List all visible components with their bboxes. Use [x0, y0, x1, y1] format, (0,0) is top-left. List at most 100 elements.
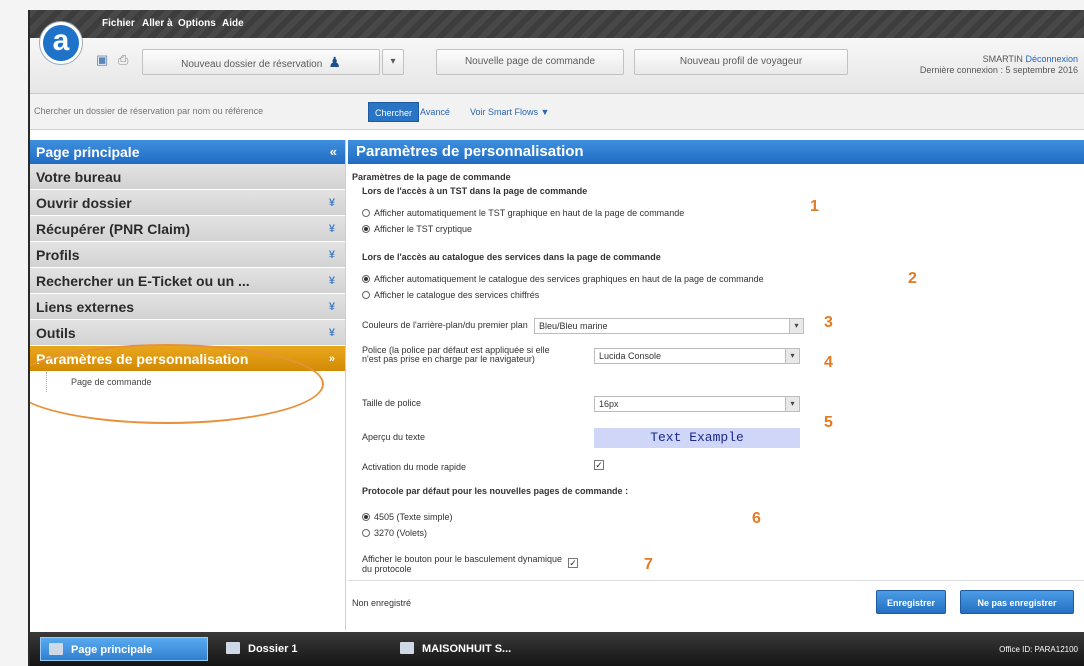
sidebar-item-rechercher-eticket[interactable]: Rechercher un E-Ticket ou un ... ¥ — [30, 268, 345, 294]
user-name: SMARTIN — [982, 54, 1023, 64]
app-window: Fichier Aller à Options Aide a ▣ ⎙ Nouve… — [28, 10, 1084, 666]
menu-aller-a[interactable]: Aller à — [142, 18, 173, 29]
expand-icon: ¥ — [328, 249, 335, 261]
radio-label: 4505 (Texte simple) — [374, 512, 453, 522]
callout-2: 2 — [908, 270, 917, 287]
catalog-option-coded[interactable]: Afficher le catalogue des services chiff… — [362, 290, 539, 300]
smart-flows-link[interactable]: Voir Smart Flows ▼ — [470, 107, 549, 117]
search-button[interactable]: Chercher — [368, 102, 420, 122]
expand-icon: ¥ — [328, 275, 335, 287]
logout-link[interactable]: Déconnexion — [1025, 54, 1078, 64]
save-button[interactable]: Enregistrer — [876, 590, 946, 614]
callout-5: 5 — [824, 414, 833, 431]
sidebar-header: Page principale « — [30, 140, 345, 164]
sidebar-item-profils[interactable]: Profils ¥ — [30, 242, 345, 268]
callout-3: 3 — [824, 314, 833, 331]
sidebar-item-recuperer[interactable]: Récupérer (PNR Claim) ¥ — [30, 216, 345, 242]
sidebar-item-label: Profils — [36, 247, 80, 263]
new-traveler-profile-button[interactable]: Nouveau profil de voyageur — [634, 49, 848, 75]
section-title: Paramètres de la page de commande — [352, 172, 511, 182]
print-icon[interactable]: ⎙ — [118, 52, 128, 68]
radio-label: 3270 (Volets) — [374, 528, 428, 538]
collapse-icon[interactable]: « — [330, 140, 337, 164]
taskbar: Page principale Dossier 1 MAISONHUIT S..… — [30, 632, 1084, 666]
expand-icon: ¥ — [328, 197, 335, 209]
menu-options[interactable]: Options — [178, 18, 216, 29]
save-status: Non enregistré — [352, 598, 412, 608]
expand-icon: ¥ — [328, 327, 335, 339]
person-icon: ♟ — [328, 54, 341, 70]
callout-4: 4 — [824, 354, 833, 371]
chevron-down-icon: ▾ — [785, 349, 799, 363]
protocol-option-3270[interactable]: 3270 (Volets) — [362, 528, 427, 538]
quick-mode-label: Activation du mode rapide — [362, 462, 467, 472]
bg-color-label: Couleurs de l'arrière-plan/du premier pl… — [362, 320, 528, 330]
radio-label: Afficher le catalogue des services chiff… — [374, 290, 540, 300]
dont-save-button[interactable]: Ne pas enregistrer — [960, 590, 1074, 614]
save-disk-icon[interactable]: ▣ — [96, 52, 108, 68]
task-page-principale[interactable]: Page principale — [40, 637, 208, 661]
booking-dropdown-button[interactable]: ▾ — [382, 49, 404, 75]
toolbar: ▣ ⎙ Nouveau dossier de réservation ♟ ▾ No… — [30, 38, 1084, 94]
catalog-option-graphic[interactable]: Afficher automatiquement le catalogue de… — [362, 274, 764, 284]
sidebar-item-label: Liens externes — [36, 299, 135, 315]
tst-option-cryptic[interactable]: Afficher le TST cryptique — [362, 224, 472, 234]
radio-button[interactable] — [362, 209, 370, 217]
radio-button[interactable] — [362, 225, 370, 233]
sidebar-item-votre-bureau[interactable]: Votre bureau — [30, 164, 345, 190]
protocol-toggle-checkbox[interactable]: ✓ — [568, 558, 578, 568]
office-id: Office ID: PARA12100 — [999, 645, 1078, 654]
advanced-search-link[interactable]: Avancé — [420, 107, 450, 117]
radio-button[interactable] — [362, 275, 370, 283]
sidebar-item-label: Outils — [36, 325, 76, 341]
size-select[interactable]: 16px ▾ — [594, 396, 800, 412]
collapse-section-icon: » — [328, 353, 335, 365]
callout-7: 7 — [644, 556, 653, 573]
sidebar-item-ouvrir-dossier[interactable]: Ouvrir dossier ¥ — [30, 190, 345, 216]
window-icon — [400, 642, 414, 654]
last-login: Dernière connexion : 5 septembre 2016 — [919, 65, 1078, 75]
task-label: Dossier 1 — [248, 643, 298, 655]
sidebar-item-label: Rechercher un E-Ticket ou un ... — [36, 273, 250, 289]
sidebar-item-label: Votre bureau — [36, 169, 122, 185]
chevron-down-icon: ▾ — [390, 56, 396, 67]
radio-button[interactable] — [362, 513, 370, 521]
expand-icon: ¥ — [328, 223, 335, 235]
search-bar: Chercher Avancé Voir Smart Flows ▼ — [30, 94, 1084, 130]
task-maisonhuit[interactable]: MAISONHUIT S... — [392, 637, 552, 661]
radio-button[interactable] — [362, 529, 370, 537]
font-value: Lucida Console — [599, 351, 662, 361]
text-preview: Text Example — [594, 428, 800, 448]
menu-bar: Fichier Aller à Options Aide — [30, 10, 1084, 38]
sidebar-item-liens-externes[interactable]: Liens externes ¥ — [30, 294, 345, 320]
sidebar-item-label: Ouvrir dossier — [36, 195, 132, 211]
bg-color-select[interactable]: Bleu/Bleu marine ▾ — [534, 318, 804, 334]
search-input[interactable] — [34, 102, 364, 120]
radio-button[interactable] — [362, 291, 370, 299]
size-label: Taille de police — [362, 398, 422, 408]
tst-option-graphic[interactable]: Afficher automatiquement le TST graphiqu… — [362, 208, 684, 218]
task-dossier-1[interactable]: Dossier 1 — [218, 637, 378, 661]
menu-aide[interactable]: Aide — [222, 18, 244, 29]
chevron-down-icon: ▾ — [785, 397, 799, 411]
protocol-heading: Protocole par défaut pour les nouvelles … — [362, 486, 629, 496]
expand-icon: ¥ — [328, 301, 335, 313]
divider — [348, 580, 1084, 581]
sidebar-item-label: Récupérer (PNR Claim) — [36, 221, 191, 237]
callout-1: 1 — [810, 198, 819, 215]
quick-mode-checkbox[interactable]: ✓ — [594, 460, 604, 470]
new-command-page-button[interactable]: Nouvelle page de commande — [436, 49, 624, 75]
new-booking-button[interactable]: Nouveau dossier de réservation ♟ — [142, 49, 380, 75]
font-select[interactable]: Lucida Console ▾ — [594, 348, 800, 364]
task-label: MAISONHUIT S... — [422, 643, 512, 655]
radio-label: Afficher le TST cryptique — [374, 224, 473, 234]
folder-icon — [226, 642, 240, 654]
protocol-option-4505[interactable]: 4505 (Texte simple) — [362, 512, 453, 522]
sidebar: Page principale « Votre bureau Ouvrir do… — [30, 140, 346, 630]
sidebar-item-outils[interactable]: Outils ¥ — [30, 320, 345, 346]
radio-label: Afficher automatiquement le TST graphiqu… — [374, 208, 685, 218]
tst-heading: Lors de l'accès à un TST dans la page de… — [362, 186, 588, 196]
sidebar-title: Page principale — [36, 144, 140, 160]
home-icon — [49, 643, 63, 655]
menu-fichier[interactable]: Fichier — [102, 18, 135, 29]
